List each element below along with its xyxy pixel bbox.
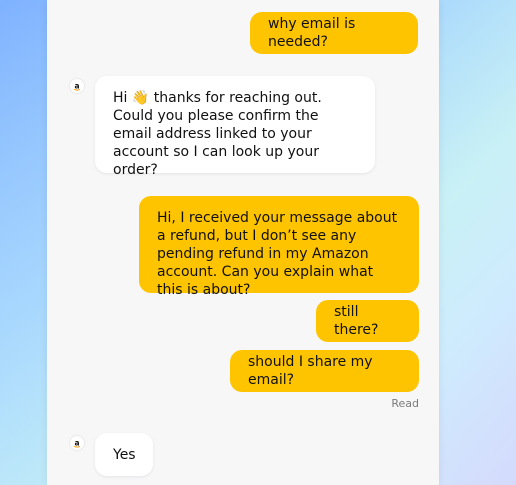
amazon-logo-icon: a xyxy=(70,436,84,450)
message-text: why email is needed? xyxy=(268,16,356,50)
message-text: Hi 👋 thanks for reaching out. Could you … xyxy=(113,90,322,178)
message-text: Hi, I received your message about a refu… xyxy=(157,210,398,298)
user-message-4: should I share my email? xyxy=(230,350,419,392)
amazon-logo-icon: a xyxy=(70,79,84,93)
user-message-3: still there? xyxy=(316,300,419,342)
read-receipt: Read xyxy=(391,397,419,410)
message-text: still there? xyxy=(334,304,379,338)
user-message-1: why email is needed? xyxy=(250,12,418,54)
agent-message-1: Hi 👋 thanks for reaching out. Could you … xyxy=(95,76,375,178)
user-message-2: Hi, I received your message about a refu… xyxy=(139,196,419,298)
svg-text:a: a xyxy=(74,81,79,90)
message-text: Yes xyxy=(113,446,136,463)
chat-panel: why email is needed? a Hi 👋 thanks for r… xyxy=(47,0,439,485)
agent-message-2: Yes xyxy=(95,433,153,476)
svg-text:a: a xyxy=(74,438,79,447)
message-text: should I share my email? xyxy=(248,354,373,388)
